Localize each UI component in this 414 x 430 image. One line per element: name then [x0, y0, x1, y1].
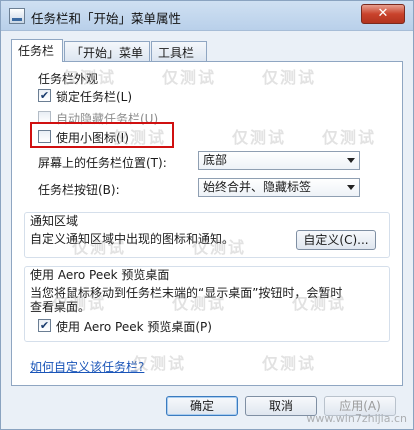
tab-toolbars[interactable]: 工具栏 [151, 41, 207, 61]
window-title: 任务栏和「开始」菜单属性 [31, 11, 182, 26]
taskbar-properties-dialog: 任务栏和「开始」菜单属性 ✕ 任务栏 「开始」菜单 工具栏 任务栏外观 ✔ 锁定… [0, 0, 414, 430]
tab-start-menu[interactable]: 「开始」菜单 [64, 41, 150, 61]
taskbar-buttons-value: 始终合并、隐藏标签 [203, 180, 312, 194]
taskbar-location-select[interactable]: 底部 [198, 151, 360, 170]
aero-peek-checkbox-label: 使用 Aero Peek 预览桌面(P) [56, 320, 212, 334]
aero-peek-group-label: 使用 Aero Peek 预览桌面 [30, 268, 170, 282]
watermark-text: 仅测试 [322, 128, 377, 147]
watermark-text: 仅测试 [232, 128, 287, 147]
checkbox-checked-icon[interactable]: ✔ [38, 89, 51, 102]
customize-button[interactable]: 自定义(C)... [296, 230, 376, 250]
close-button[interactable]: ✕ [361, 4, 405, 24]
taskbar-buttons-select[interactable]: 始终合并、隐藏标签 [198, 178, 360, 197]
checkbox-unchecked-icon[interactable] [38, 130, 51, 143]
checkbox-checked-icon[interactable]: ✔ [38, 319, 51, 332]
taskbar-buttons-label: 任务栏按钮(B): [38, 183, 120, 197]
taskbar-location-value: 底部 [203, 153, 228, 167]
dropdown-arrow-icon [347, 158, 355, 163]
watermark-text: 仅测试 [262, 354, 317, 373]
taskbar-location-label: 屏幕上的任务栏位置(T): [38, 156, 167, 170]
tab-taskbar[interactable]: 任务栏 [11, 39, 63, 62]
lock-taskbar-label: 锁定任务栏(L) [56, 90, 133, 104]
small-icons-label: 使用小图标(I) [56, 131, 129, 145]
watermark-text: 仅测试 [162, 68, 217, 87]
dropdown-arrow-icon [347, 185, 355, 190]
appearance-group-label: 任务栏外观 [38, 72, 99, 86]
notification-group-label: 通知区域 [30, 214, 79, 228]
taskbar-icon [9, 8, 25, 24]
ok-button[interactable]: 确定 [166, 396, 238, 416]
taskbar-tab-panel: 任务栏外观 ✔ 锁定任务栏(L) 自动隐藏任务栏(U) 使用小图标(I) 屏幕上… [11, 61, 403, 386]
customize-taskbar-help-link[interactable]: 如何自定义该任务栏? [30, 358, 144, 375]
aero-peek-description-line2: 查看桌面。 [30, 300, 91, 314]
watermark-text: 仅测试 [262, 68, 317, 87]
title-bar: 任务栏和「开始」菜单属性 ✕ [1, 1, 413, 31]
notification-description: 自定义通知区域中出现的图标和通知。 [30, 232, 235, 246]
site-watermark: www.win7zhijia.cn [306, 412, 407, 425]
